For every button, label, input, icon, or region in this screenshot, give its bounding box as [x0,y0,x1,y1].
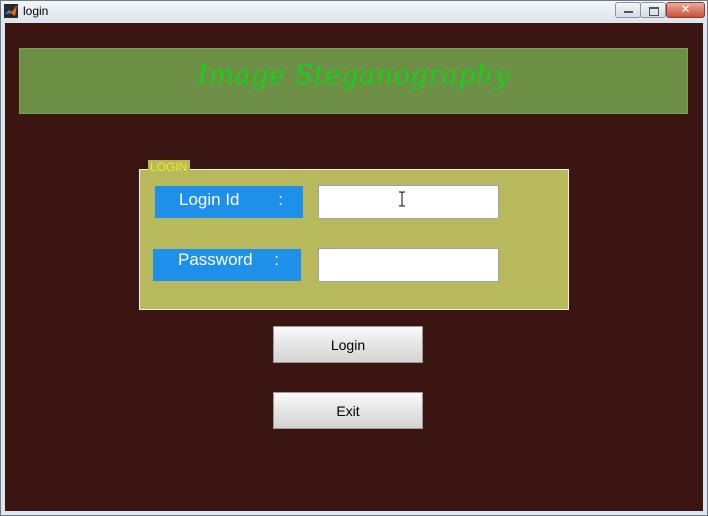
login-button[interactable]: Login [273,326,423,363]
app-title: Image Steganography [197,60,510,91]
password-label: Password : [153,249,301,281]
exit-button[interactable]: Exit [273,392,423,429]
login-id-colon: : [278,190,283,209]
window-title: login [23,4,49,18]
password-colon: : [274,250,279,269]
title-bar[interactable]: login ✕ [1,1,707,22]
title-banner: Image Steganography [19,48,688,114]
login-window: login ✕ Image Steganography LOGIN Login … [0,0,708,516]
login-id-label-text: Login Id [179,190,240,209]
password-label-text: Password [178,250,253,269]
maximize-button[interactable] [640,2,666,18]
close-icon: ✕ [680,2,691,16]
password-input[interactable] [318,248,499,282]
text-cursor-icon [399,191,405,207]
login-id-input[interactable] [318,185,499,219]
minimize-icon [624,11,633,13]
matlab-icon [4,4,18,18]
close-button[interactable]: ✕ [666,2,705,18]
login-id-label: Login Id : [155,186,303,218]
minimize-button[interactable] [615,2,641,18]
figure-area: Image Steganography LOGIN Login Id : Pas… [5,23,703,511]
maximize-icon [649,7,659,16]
login-panel-legend: LOGIN [148,160,191,174]
